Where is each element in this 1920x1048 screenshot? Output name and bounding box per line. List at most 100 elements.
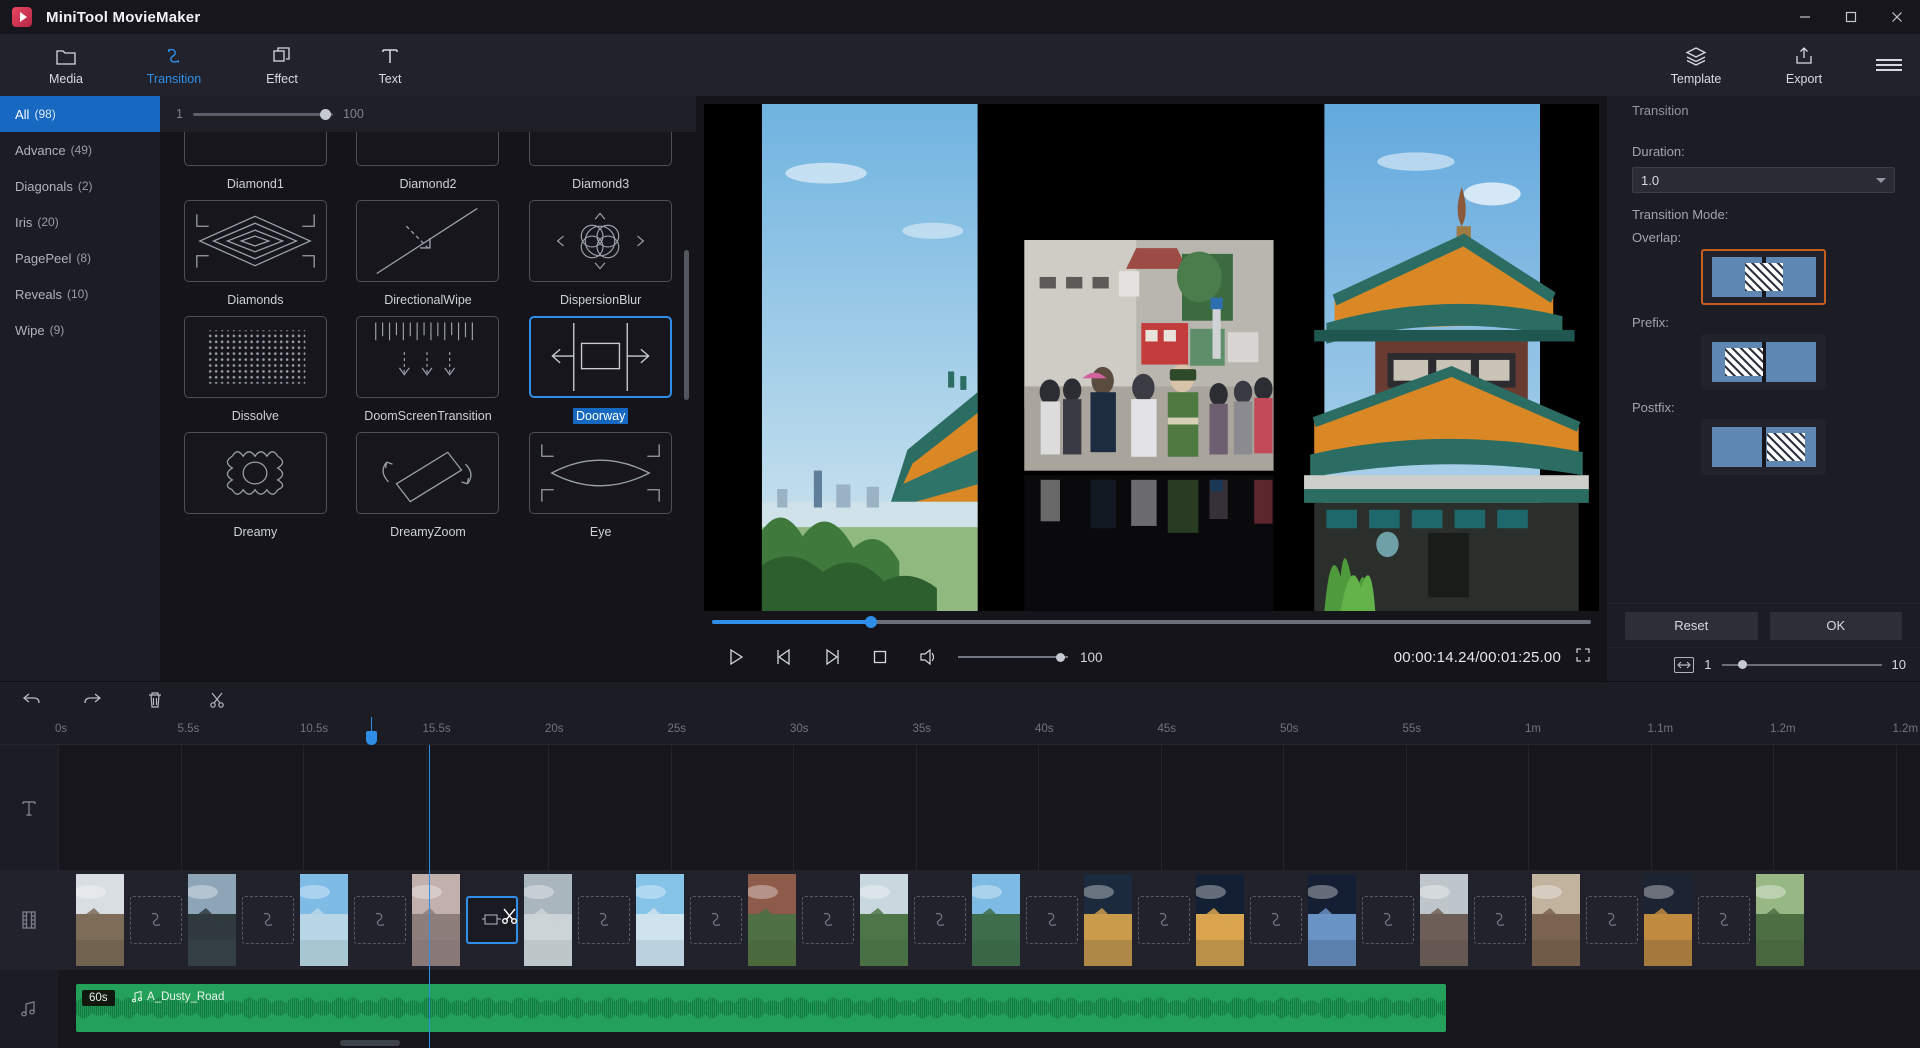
category-iris[interactable]: Iris (20) [0,204,160,240]
transition-gap[interactable] [914,896,966,945]
transition-item-directionalwipe[interactable]: DirectionalWipe [351,192,506,308]
text-track-icon[interactable] [0,745,58,870]
timeline-ruler[interactable]: 0s 5.5s 10.5s 15.5s 20s 25s 30s 35s 40s 45s 50s 55s… [0,717,1920,746]
mode-prefix-option[interactable] [1701,334,1826,390]
video-clip[interactable] [1196,874,1244,967]
tab-effect[interactable]: Effect [228,34,336,96]
maximize-icon[interactable] [1828,0,1874,34]
transition-gap[interactable] [1474,896,1526,945]
close-icon[interactable] [1874,0,1920,34]
transition-gap[interactable] [1586,896,1638,945]
transition-gap[interactable] [578,896,630,945]
seek-track[interactable] [712,616,1591,629]
transition-gap[interactable] [354,896,406,945]
split-button[interactable] [186,682,248,718]
audio-track-icon[interactable] [0,970,58,1048]
video-preview-stage[interactable] [704,104,1599,612]
minimize-icon[interactable] [1782,0,1828,34]
playhead[interactable] [429,745,430,1048]
audio-clip[interactable]: 60s A_Dusty_Road [76,984,1446,1033]
timeline-horizontal-scrollbar[interactable] [340,1040,400,1046]
zoom-slider[interactable] [1721,658,1882,672]
transition-item-eye[interactable]: Eye [523,424,678,540]
category-wipe[interactable]: Wipe (9) [0,312,160,348]
previous-frame-button[interactable] [760,637,808,677]
video-clip[interactable] [412,874,460,967]
zoom-handle[interactable] [1737,660,1747,670]
category-all[interactable]: All (98) [0,96,160,132]
transition-item-doorway[interactable]: Doorway [523,308,678,424]
transition-gap[interactable] [1362,896,1414,945]
volume-handle[interactable] [1056,652,1065,662]
category-advance[interactable]: Advance (49) [0,132,160,168]
video-clip[interactable] [1420,874,1468,967]
transition-item-doomscreentransition[interactable]: DoomScreenTransition [351,308,506,424]
ruler-tick: 30s [790,723,809,736]
duration-select[interactable]: 1.0 [1632,167,1895,193]
mode-postfix-option[interactable] [1701,419,1826,475]
transition-item-dispersionblur[interactable]: DispersionBlur [523,192,678,308]
fit-to-width-icon[interactable] [1674,656,1695,673]
mode-overlap-option[interactable] [1701,249,1826,305]
tab-media[interactable]: Media [12,34,120,96]
next-frame-button[interactable] [808,637,856,677]
video-clip[interactable] [76,874,124,967]
volume-slider[interactable] [958,650,1068,664]
video-clip[interactable] [1084,874,1132,967]
transition-count-slider[interactable] [192,107,333,121]
playhead-ruler[interactable] [366,717,377,746]
timeline-track-area[interactable]: 60s A_Dusty_Road [58,745,1920,1048]
delete-button[interactable] [124,682,186,718]
tab-transition[interactable]: Transition [120,34,228,96]
video-clip[interactable] [636,874,684,967]
hamburger-menu-icon[interactable] [1858,34,1920,96]
transition-item-diamond2[interactable]: Diamond2 [351,132,506,192]
stop-button[interactable] [856,637,904,677]
transition-item-diamonds[interactable]: Diamonds [178,192,333,308]
transition-gap[interactable] [1250,896,1302,945]
transition-gap[interactable] [1698,896,1750,945]
transition-gap[interactable] [242,896,294,945]
undo-button[interactable] [0,682,62,718]
transition-gap[interactable] [1138,896,1190,945]
ok-button[interactable]: OK [1769,611,1902,640]
video-clip[interactable] [860,874,908,967]
video-clip[interactable] [524,874,572,967]
transition-item-dissolve[interactable]: Dissolve [178,308,333,424]
redo-button[interactable] [62,682,124,718]
template-button[interactable]: Template [1642,34,1750,96]
transition-scrollbar[interactable] [684,250,689,400]
transition-gap[interactable] [802,896,854,945]
fullscreen-icon[interactable] [1575,647,1591,668]
video-clip[interactable] [1532,874,1580,967]
video-clip[interactable] [1644,874,1692,967]
export-button[interactable]: Export [1750,34,1858,96]
transition-item-dreamy[interactable]: Dreamy [178,424,333,540]
transition-item-dreamyzoom[interactable]: DreamyZoom [351,424,506,540]
video-track-icon[interactable] [0,870,58,971]
video-clip[interactable] [1308,874,1356,967]
transition-gap[interactable] [1026,896,1078,945]
volume-button[interactable] [904,637,952,677]
seek-handle[interactable] [864,616,877,629]
category-reveals[interactable]: Reveals (10) [0,276,160,312]
video-clip[interactable] [188,874,236,967]
text-track-row[interactable] [58,745,1920,871]
video-clip[interactable] [972,874,1020,967]
transition-item-diamond1[interactable]: Diamond1 [178,132,333,192]
video-track-row[interactable] [58,870,1920,971]
transition-gap-selected[interactable] [466,896,518,945]
transition-gap[interactable] [130,896,182,945]
play-button[interactable] [712,637,760,677]
video-clip[interactable] [748,874,796,967]
category-diagonals[interactable]: Diagonals (2) [0,168,160,204]
video-clip[interactable] [300,874,348,967]
audio-track-row[interactable]: 60s A_Dusty_Road [58,980,1920,1036]
tab-text[interactable]: Text [336,34,444,96]
transition-gap[interactable] [690,896,742,945]
preview-seek-bar[interactable] [696,611,1607,633]
video-clip[interactable] [1756,874,1804,967]
transition-item-diamond3[interactable]: Diamond3 [523,132,678,192]
category-pagepeel[interactable]: PagePeel (8) [0,240,160,276]
reset-button[interactable]: Reset [1625,611,1758,640]
